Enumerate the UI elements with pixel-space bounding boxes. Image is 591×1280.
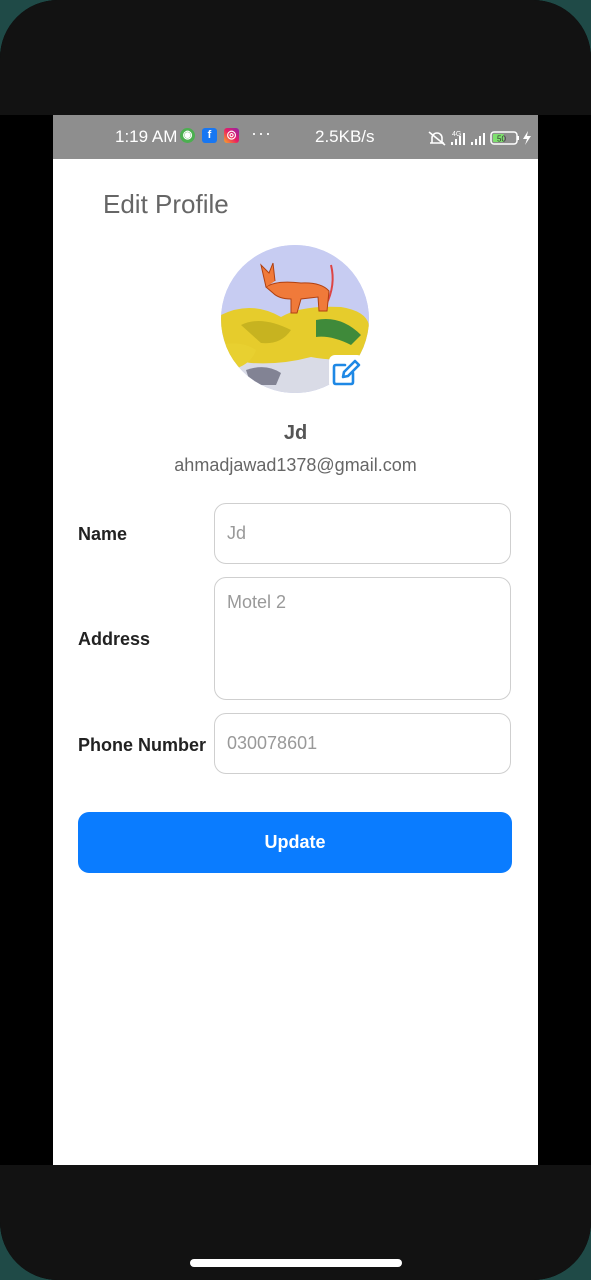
avatar-container bbox=[221, 245, 369, 393]
update-button[interactable]: Update bbox=[78, 812, 512, 873]
bell-off-icon bbox=[428, 131, 446, 146]
status-time: 1:19 AM bbox=[115, 127, 178, 146]
profile-name: Jd bbox=[283, 422, 308, 444]
app-screen: 1:19 AM ◉ f ◎ ··· 2.5KB/s 4G 50 Edit Pro… bbox=[53, 115, 538, 1165]
edit-avatar-button[interactable] bbox=[329, 355, 363, 389]
battery-icon: 50 bbox=[490, 131, 519, 145]
edit-pencil-icon bbox=[332, 359, 361, 386]
page-title: Edit Profile bbox=[103, 189, 229, 219]
notification-app-icon: ◉ bbox=[180, 128, 195, 143]
phone-input[interactable] bbox=[214, 713, 511, 774]
more-notifications-icon: ··· bbox=[251, 123, 272, 143]
battery-level: 50 bbox=[497, 135, 506, 144]
system-status-icons: 4G 50 bbox=[428, 131, 531, 146]
name-label: Name bbox=[78, 524, 128, 544]
name-input[interactable] bbox=[214, 503, 511, 564]
bolt-icon bbox=[523, 131, 531, 145]
instagram-icon: ◎ bbox=[224, 128, 239, 143]
phone-label: Phone Number bbox=[78, 735, 207, 755]
status-bar: 1:19 AM ◉ f ◎ ··· 2.5KB/s 4G 50 bbox=[53, 115, 538, 159]
signal-icon-2 bbox=[471, 133, 485, 145]
home-indicator[interactable] bbox=[190, 1259, 402, 1267]
profile-email: ahmadjawad1378@gmail.com bbox=[174, 455, 417, 475]
address-label: Address bbox=[78, 629, 151, 649]
top-bezel bbox=[0, 0, 591, 115]
phone-frame: 1:19 AM ◉ f ◎ ··· 2.5KB/s 4G 50 Edit Pro… bbox=[0, 0, 591, 1280]
facebook-icon: f bbox=[202, 128, 217, 143]
address-input[interactable] bbox=[214, 577, 511, 700]
network-speed: 2.5KB/s bbox=[315, 127, 375, 146]
